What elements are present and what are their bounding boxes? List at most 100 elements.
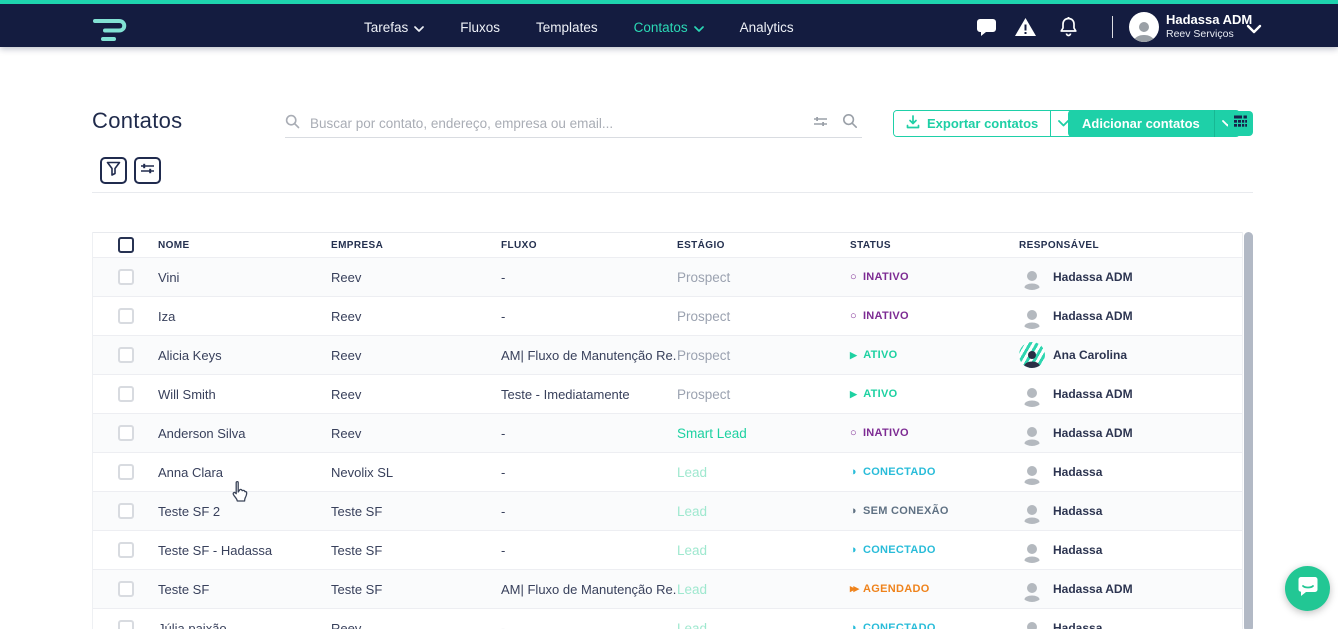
contact-name: Anna Clara <box>158 464 224 480</box>
add-contacts-button[interactable]: Adicionar contatos <box>1068 110 1214 137</box>
row-checkbox[interactable] <box>117 269 134 285</box>
export-contacts-button[interactable]: Exportar contatos <box>894 111 1051 136</box>
add-contacts-split-button: Adicionar contatos <box>1068 110 1240 137</box>
contact-company: Teste SF <box>331 542 383 558</box>
search-side-icons <box>813 113 862 134</box>
col-header-estagio: ESTÁGIO <box>677 239 725 251</box>
contact-status: ○ INATIVO <box>850 271 1019 283</box>
contact-company: Nevolix SL <box>331 464 394 480</box>
row-checkbox[interactable] <box>117 620 134 629</box>
row-checkbox[interactable] <box>117 581 134 597</box>
owner-name: Hadassa <box>1053 504 1103 518</box>
contact-company: Teste SF <box>331 581 383 597</box>
status-icon: ○ <box>850 270 857 283</box>
contact-status: ◑ CONECTADO <box>850 544 1019 556</box>
table-scrollbar[interactable] <box>1244 232 1253 629</box>
row-checkbox[interactable] <box>117 308 134 324</box>
contact-stage: Smart Lead <box>677 425 747 441</box>
contact-flow: - <box>501 425 506 441</box>
table-row[interactable]: Anna Clara Nevolix SL - Lead ◑ CONECTADO… <box>93 453 1242 492</box>
export-contacts-split-button: Exportar contatos <box>893 110 1078 137</box>
row-checkbox[interactable] <box>117 503 134 519</box>
row-checkbox[interactable] <box>117 347 134 363</box>
contact-flow: - <box>501 503 506 519</box>
nav-item-label: Analytics <box>739 20 794 35</box>
table-row[interactable]: Júlia paixão Reev - Lead ◑ CONECTADO Had… <box>93 609 1242 629</box>
user-menu[interactable]: Hadassa ADM Reev Serviços <box>1166 12 1252 41</box>
user-org: Reev Serviços <box>1166 28 1234 40</box>
status-icon: ◑ <box>850 621 857 629</box>
contact-owner: Hadassa <box>1019 537 1242 563</box>
user-chevron-down-icon[interactable] <box>1246 21 1262 39</box>
contact-name: Iza <box>158 308 176 324</box>
contact-owner: Hadassa ADM <box>1019 381 1242 407</box>
warning-icon[interactable] <box>1014 17 1037 42</box>
owner-name: Hadassa <box>1053 465 1103 479</box>
nav-item-contatos[interactable]: Contatos <box>634 20 704 35</box>
search-icon <box>285 114 300 134</box>
status-label: CONECTADO <box>862 544 936 556</box>
reev-logo[interactable] <box>88 13 134 48</box>
col-header-empresa: EMPRESA <box>331 239 384 251</box>
contact-status: ○ INATIVO <box>850 427 1019 439</box>
contact-name: Anderson Silva <box>158 425 246 441</box>
table-row[interactable]: Teste SF 2 Teste SF - Lead ◑ SEM CONEXÃO… <box>93 492 1242 531</box>
search-input[interactable] <box>310 116 803 131</box>
grid-view-button[interactable] <box>1228 111 1253 136</box>
contact-owner: Hadassa <box>1019 498 1242 524</box>
owner-avatar-placeholder-icon <box>1019 498 1045 524</box>
chat-widget-icon <box>1297 575 1319 602</box>
add-contacts-label: Adicionar contatos <box>1082 116 1200 131</box>
chat-icon[interactable] <box>976 18 997 42</box>
advanced-filter-icon[interactable] <box>813 115 828 133</box>
status-icon: ▸▸ <box>850 582 859 595</box>
nav-item-analytics[interactable]: Analytics <box>740 20 794 35</box>
table-row[interactable]: Vini Reev - Prospect ○ INATIVO Hadassa A… <box>93 258 1242 297</box>
nav-item-templates[interactable]: Templates <box>536 20 598 35</box>
row-checkbox[interactable] <box>117 542 134 558</box>
contact-flow: - <box>501 620 506 629</box>
funnel-icon <box>106 161 121 181</box>
user-avatar[interactable] <box>1129 12 1159 42</box>
nav-item-fluxos[interactable]: Fluxos <box>460 20 500 35</box>
table-row[interactable]: Alicia Keys Reev AM| Fluxo de Manutenção… <box>93 336 1242 375</box>
contact-flow: - <box>501 464 506 480</box>
nav-item-label: Contatos <box>633 20 688 35</box>
owner-avatar-placeholder-icon <box>1019 264 1045 290</box>
contact-status: ○ INATIVO <box>850 310 1019 322</box>
status-icon: ○ <box>850 309 857 322</box>
nav-item-tarefas[interactable]: Tarefas <box>364 20 425 35</box>
user-name: Hadassa ADM <box>1166 12 1253 27</box>
table-row[interactable]: Teste SF Teste SF AM| Fluxo de Manutençã… <box>93 570 1242 609</box>
contact-name: Teste SF <box>158 581 210 597</box>
select-all-checkbox[interactable] <box>117 237 134 253</box>
status-label: ATIVO <box>863 388 898 400</box>
status-icon: ○ <box>850 426 857 439</box>
contact-company: Reev <box>331 308 362 324</box>
contact-stage: Lead <box>677 464 708 480</box>
status-label: INATIVO <box>862 427 909 439</box>
owner-avatar-placeholder-icon <box>1019 459 1045 485</box>
contact-flow: AM| Fluxo de Manutenção Re... <box>501 581 677 597</box>
table-row[interactable]: Teste SF - Hadassa Teste SF - Lead ◑ CON… <box>93 531 1242 570</box>
bell-icon[interactable] <box>1059 16 1078 42</box>
filter-funnel-button[interactable] <box>100 157 127 184</box>
row-checkbox[interactable] <box>117 386 134 402</box>
table-row[interactable]: Will Smith Reev Teste - Imediatamente Pr… <box>93 375 1242 414</box>
filter-settings-button[interactable] <box>134 157 161 184</box>
table-row[interactable]: Anderson Silva Reev - Smart Lead ○ INATI… <box>93 414 1242 453</box>
contact-owner: Hadassa <box>1019 615 1242 629</box>
owner-avatar-placeholder-icon <box>1019 420 1045 446</box>
contact-name: Teste SF 2 <box>158 503 221 519</box>
chat-widget-button[interactable] <box>1285 566 1330 611</box>
nav-item-label: Tarefas <box>364 20 409 35</box>
search-submit-icon[interactable] <box>842 113 858 134</box>
owner-name: Hadassa ADM <box>1053 387 1133 401</box>
owner-name: Hadassa ADM <box>1053 309 1133 323</box>
contact-name: Júlia paixão <box>158 620 227 629</box>
contact-name: Teste SF - Hadassa <box>158 542 273 558</box>
row-checkbox[interactable] <box>117 464 134 480</box>
table-row[interactable]: Iza Reev - Prospect ○ INATIVO Hadassa AD… <box>93 297 1242 336</box>
contact-status: ◑ CONECTADO <box>850 466 1019 478</box>
row-checkbox[interactable] <box>117 425 134 441</box>
